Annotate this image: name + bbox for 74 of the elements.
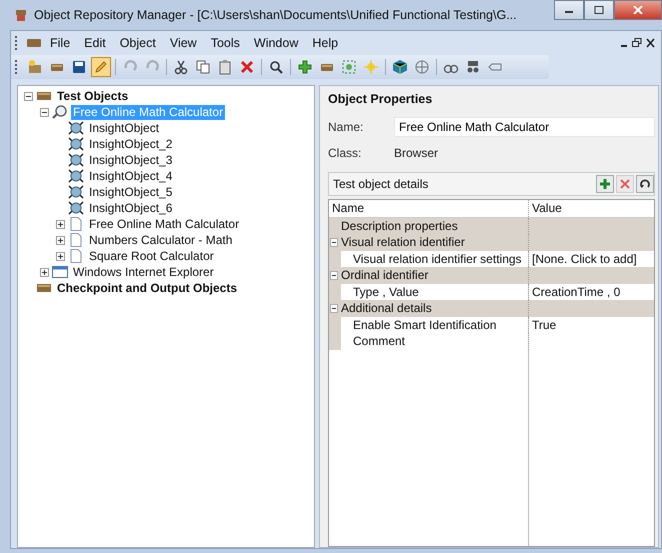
minimize-button[interactable] [554,0,584,20]
maximize-icon [594,6,604,14]
menu-item[interactable]: View [164,36,202,50]
section-title: Test object details [333,177,430,191]
expander-icon[interactable] [56,236,65,244]
insight-node-icon [68,201,84,215]
panel-title: Object Properties [328,92,434,106]
repository-node-icon [36,281,52,295]
tree-item[interactable]: Free Online Math Calculator [87,216,242,232]
menu-item[interactable]: File [45,36,76,50]
page-node-icon [68,217,84,231]
app-icon [14,8,28,22]
tree-item[interactable]: InsightObject_5 [87,184,174,200]
menu-item[interactable]: Edit [79,36,111,50]
tree-item[interactable]: Windows Internet Explorer [71,264,216,280]
edit-tool-icon[interactable] [91,57,111,77]
tree-item[interactable]: Square Root Calculator [87,248,216,264]
tree-item[interactable]: InsightObject [87,120,162,136]
add-icon[interactable] [596,175,614,193]
property-name: Ordinal identifier [341,268,428,282]
insight-node-icon [68,185,84,199]
property-name: Type , Value [352,284,419,299]
column-header[interactable]: Name [329,200,529,216]
insight-node-icon [68,137,84,151]
property-name: Description properties [340,218,458,233]
mdi-restore-icon[interactable] [632,38,642,48]
property-name: Additional details [341,301,432,316]
collapse-icon[interactable] [330,270,338,280]
property-value[interactable]: CreationTime , 0 [532,284,620,299]
tree-item[interactable]: InsightObject_6 [87,200,174,216]
property-name: Visual relation identifier [341,235,465,250]
close-icon [633,6,643,14]
window-title: Object Repository Manager - [C:\Users\shan\Documents\Unified Functional Testing\G... [34,8,517,22]
property-name: Enable Smart Identification [352,318,496,332]
menu-item[interactable]: Tools [206,36,245,50]
refresh-icon[interactable] [636,175,654,193]
tree-item[interactable]: Numbers Calculator - Math [87,232,234,248]
tree-item[interactable]: InsightObject_2 [87,136,174,152]
property-name: Comment [352,334,406,348]
menu-app-icon [27,38,41,48]
expander-icon[interactable] [56,252,65,260]
maximize-button[interactable] [584,0,614,20]
menu-item[interactable]: Help [307,36,344,50]
field-label: Name: [328,120,364,134]
property-value[interactable]: [None. Click to add] [532,252,637,266]
name-field[interactable]: Free Online Math Calculator [394,117,655,137]
collapse-icon[interactable] [330,238,338,247]
page-node-icon [68,249,84,263]
expander-icon[interactable] [24,92,33,100]
insight-node-icon [68,169,84,183]
collapse-icon[interactable] [330,304,338,313]
tree-item[interactable]: InsightObject_4 [87,168,174,184]
tree-item[interactable]: Test Objects [55,88,130,104]
class-value: Browser [394,146,438,160]
expander-icon[interactable] [40,268,49,276]
insight-node-icon [68,121,84,135]
property-value[interactable]: True [532,318,556,332]
close-button[interactable] [614,0,662,20]
expander-icon[interactable] [40,108,49,116]
page-node-icon [68,233,84,247]
tree-item[interactable]: Checkpoint and Output Objects [55,280,240,296]
window-node-icon [52,265,68,279]
menu-item[interactable]: Object [114,36,161,50]
column-header[interactable]: Value [529,200,654,216]
mdi-close-icon[interactable] [646,38,655,48]
browser-node-icon [52,105,68,119]
tree-item[interactable]: InsightObject_3 [87,152,174,168]
expander-icon[interactable] [56,220,65,228]
insight-node-icon [68,153,84,167]
cube-tool-icon[interactable] [390,57,410,77]
property-name: Visual relation identifier settings [352,252,522,266]
field-label: Class: [328,146,362,160]
repository-node-icon [36,89,52,103]
menu-item[interactable]: Window [248,36,304,50]
